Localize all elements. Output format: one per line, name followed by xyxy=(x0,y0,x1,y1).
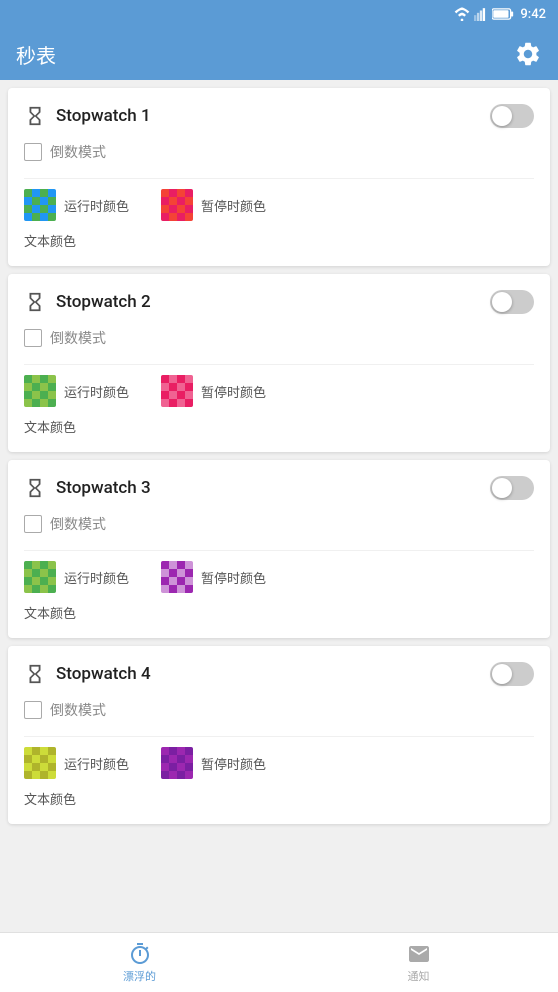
nav-item-floating[interactable]: 漂浮的 xyxy=(0,933,279,992)
pause-color-swatch-4 xyxy=(161,747,193,779)
sw-title-2: Stopwatch 2 xyxy=(56,292,151,312)
sw-title-4: Stopwatch 4 xyxy=(56,664,151,684)
color-row-1: 运行时颜色 暂停时颜色 xyxy=(24,189,534,221)
run-color-item-1[interactable]: 运行时颜色 xyxy=(24,189,129,221)
countdown-checkbox-3[interactable] xyxy=(24,515,42,533)
sw-toggle-1[interactable] xyxy=(490,104,534,128)
run-color-label-4: 运行时颜色 xyxy=(64,754,129,773)
pause-color-swatch-1 xyxy=(161,189,193,221)
sw-header-left-2: Stopwatch 2 xyxy=(24,291,151,313)
countdown-row-2: 倒数模式 xyxy=(24,328,534,348)
stopwatch-card-3: Stopwatch 3 倒数模式 运行时颜色 暂停时颜色 文本颜色 xyxy=(8,460,550,638)
countdown-label-4: 倒数模式 xyxy=(50,700,106,720)
run-color-item-2[interactable]: 运行时颜色 xyxy=(24,375,129,407)
run-color-item-4[interactable]: 运行时颜色 xyxy=(24,747,129,779)
nav-label-notification: 通知 xyxy=(408,968,430,984)
sw-header-1: Stopwatch 1 xyxy=(24,104,534,128)
sw-title-1: Stopwatch 1 xyxy=(56,106,151,126)
hourglass-icon-1 xyxy=(24,105,46,127)
countdown-checkbox-4[interactable] xyxy=(24,701,42,719)
app-bar: 秒表 xyxy=(0,28,558,80)
pause-color-label-2: 暂停时颜色 xyxy=(201,382,266,401)
settings-icon[interactable] xyxy=(514,40,542,68)
status-bar: 9:42 xyxy=(0,0,558,28)
sw-header-left-3: Stopwatch 3 xyxy=(24,477,151,499)
sw-header-left-1: Stopwatch 1 xyxy=(24,105,151,127)
status-time: 9:42 xyxy=(520,7,546,22)
countdown-label-1: 倒数模式 xyxy=(50,142,106,162)
run-color-swatch-4 xyxy=(24,747,56,779)
text-color-row-2[interactable]: 文本颜色 xyxy=(24,417,534,436)
run-color-swatch-1 xyxy=(24,189,56,221)
pause-color-item-4[interactable]: 暂停时颜色 xyxy=(161,747,266,779)
pause-color-label-3: 暂停时颜色 xyxy=(201,568,266,587)
pause-color-item-3[interactable]: 暂停时颜色 xyxy=(161,561,266,593)
sw-toggle-3[interactable] xyxy=(490,476,534,500)
color-row-2: 运行时颜色 暂停时颜色 xyxy=(24,375,534,407)
countdown-checkbox-1[interactable] xyxy=(24,143,42,161)
countdown-checkbox-2[interactable] xyxy=(24,329,42,347)
run-color-item-3[interactable]: 运行时颜色 xyxy=(24,561,129,593)
pause-color-label-1: 暂停时颜色 xyxy=(201,196,266,215)
nav-label-floating: 漂浮的 xyxy=(123,968,156,984)
color-row-3: 运行时颜色 暂停时颜色 xyxy=(24,561,534,593)
countdown-row-1: 倒数模式 xyxy=(24,142,534,162)
stopwatch-card-2: Stopwatch 2 倒数模式 运行时颜色 暂停时颜色 文本颜色 xyxy=(8,274,550,452)
text-color-label-1: 文本颜色 xyxy=(24,231,76,250)
run-color-swatch-3 xyxy=(24,561,56,593)
sw-header-2: Stopwatch 2 xyxy=(24,290,534,314)
text-color-row-1[interactable]: 文本颜色 xyxy=(24,231,534,250)
sw-header-left-4: Stopwatch 4 xyxy=(24,663,151,685)
sw-title-3: Stopwatch 3 xyxy=(56,478,151,498)
hourglass-icon-4 xyxy=(24,663,46,685)
stopwatch-card-4: Stopwatch 4 倒数模式 运行时颜色 暂停时颜色 文本颜色 xyxy=(8,646,550,824)
run-color-label-1: 运行时颜色 xyxy=(64,196,129,215)
countdown-label-3: 倒数模式 xyxy=(50,514,106,534)
bottom-nav: 漂浮的 通知 xyxy=(0,932,558,992)
main-content: Stopwatch 1 倒数模式 运行时颜色 暂停时颜色 文本颜色 xyxy=(0,80,558,932)
sw-header-4: Stopwatch 4 xyxy=(24,662,534,686)
divider-4 xyxy=(24,736,534,737)
sw-header-3: Stopwatch 3 xyxy=(24,476,534,500)
pause-color-swatch-3 xyxy=(161,561,193,593)
text-color-row-3[interactable]: 文本颜色 xyxy=(24,603,534,622)
nav-item-notification[interactable]: 通知 xyxy=(279,933,558,992)
text-color-label-3: 文本颜色 xyxy=(24,603,76,622)
battery-icon xyxy=(492,8,514,20)
pause-color-item-2[interactable]: 暂停时颜色 xyxy=(161,375,266,407)
run-color-label-2: 运行时颜色 xyxy=(64,382,129,401)
countdown-row-3: 倒数模式 xyxy=(24,514,534,534)
signal-icon xyxy=(474,7,488,21)
stopwatch-nav-icon xyxy=(128,942,152,966)
divider-1 xyxy=(24,178,534,179)
sw-toggle-2[interactable] xyxy=(490,290,534,314)
text-color-label-2: 文本颜色 xyxy=(24,417,76,436)
countdown-row-4: 倒数模式 xyxy=(24,700,534,720)
app-title: 秒表 xyxy=(16,40,56,69)
hourglass-icon-3 xyxy=(24,477,46,499)
pause-color-swatch-2 xyxy=(161,375,193,407)
notification-nav-icon xyxy=(407,942,431,966)
wifi-icon xyxy=(454,7,470,21)
run-color-label-3: 运行时颜色 xyxy=(64,568,129,587)
text-color-label-4: 文本颜色 xyxy=(24,789,76,808)
hourglass-icon-2 xyxy=(24,291,46,313)
divider-2 xyxy=(24,364,534,365)
pause-color-item-1[interactable]: 暂停时颜色 xyxy=(161,189,266,221)
pause-color-label-4: 暂停时颜色 xyxy=(201,754,266,773)
stopwatch-card-1: Stopwatch 1 倒数模式 运行时颜色 暂停时颜色 文本颜色 xyxy=(8,88,550,266)
run-color-swatch-2 xyxy=(24,375,56,407)
divider-3 xyxy=(24,550,534,551)
color-row-4: 运行时颜色 暂停时颜色 xyxy=(24,747,534,779)
status-icons xyxy=(454,7,514,21)
sw-toggle-4[interactable] xyxy=(490,662,534,686)
text-color-row-4[interactable]: 文本颜色 xyxy=(24,789,534,808)
countdown-label-2: 倒数模式 xyxy=(50,328,106,348)
